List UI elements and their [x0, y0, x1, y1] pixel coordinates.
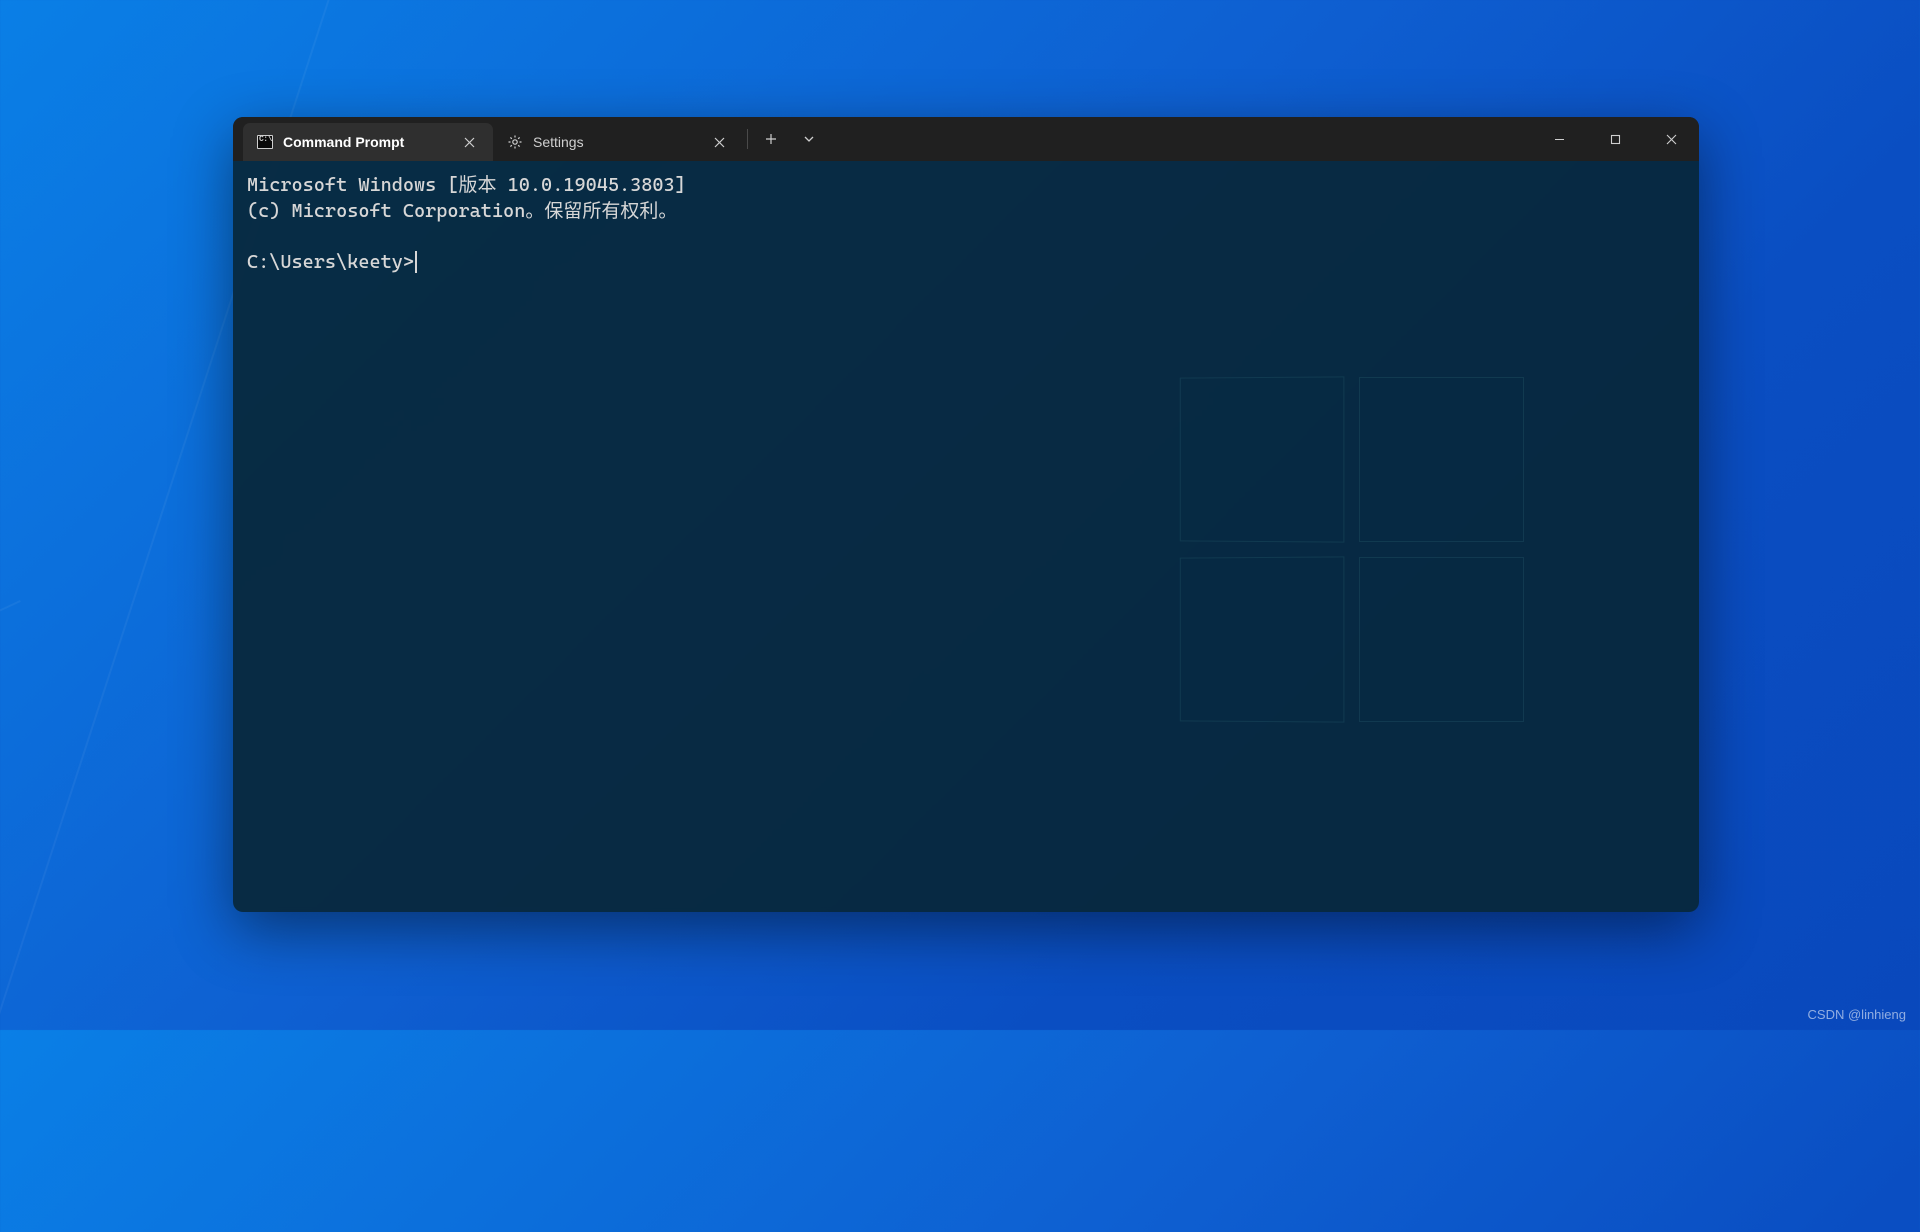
- terminal-line: Microsoft Windows [版本 10.0.19045.3803]: [247, 174, 686, 196]
- maximize-button[interactable]: [1587, 117, 1643, 161]
- terminal-cursor: [415, 251, 417, 273]
- desktop-light-ray: [0, 600, 21, 1193]
- terminal-line: (c) Microsoft Corporation。保留所有权利。: [247, 200, 677, 222]
- titlebar-drag-region[interactable]: [828, 117, 1531, 161]
- tab-close-button[interactable]: [459, 132, 479, 152]
- minimize-button[interactable]: [1531, 117, 1587, 161]
- settings-icon: [507, 134, 523, 150]
- new-tab-button[interactable]: [752, 117, 790, 161]
- tab-label: Command Prompt: [283, 134, 449, 150]
- cmd-icon: [257, 134, 273, 150]
- tab-strip: Command Prompt Settings: [233, 117, 828, 161]
- tab-command-prompt[interactable]: Command Prompt: [243, 123, 493, 161]
- titlebar[interactable]: Command Prompt Settings: [233, 117, 1699, 161]
- terminal-window: Command Prompt Settings: [233, 117, 1699, 912]
- tab-close-button[interactable]: [709, 132, 729, 152]
- watermark: CSDN @linhieng: [1808, 1007, 1906, 1022]
- tab-divider: [747, 129, 748, 149]
- tab-label: Settings: [533, 134, 699, 150]
- close-button[interactable]: [1643, 117, 1699, 161]
- terminal-prompt: C:\Users\keety>: [247, 251, 414, 273]
- terminal-body[interactable]: Microsoft Windows [版本 10.0.19045.3803] (…: [233, 161, 1699, 912]
- tab-dropdown-button[interactable]: [790, 117, 828, 161]
- tab-settings[interactable]: Settings: [493, 123, 743, 161]
